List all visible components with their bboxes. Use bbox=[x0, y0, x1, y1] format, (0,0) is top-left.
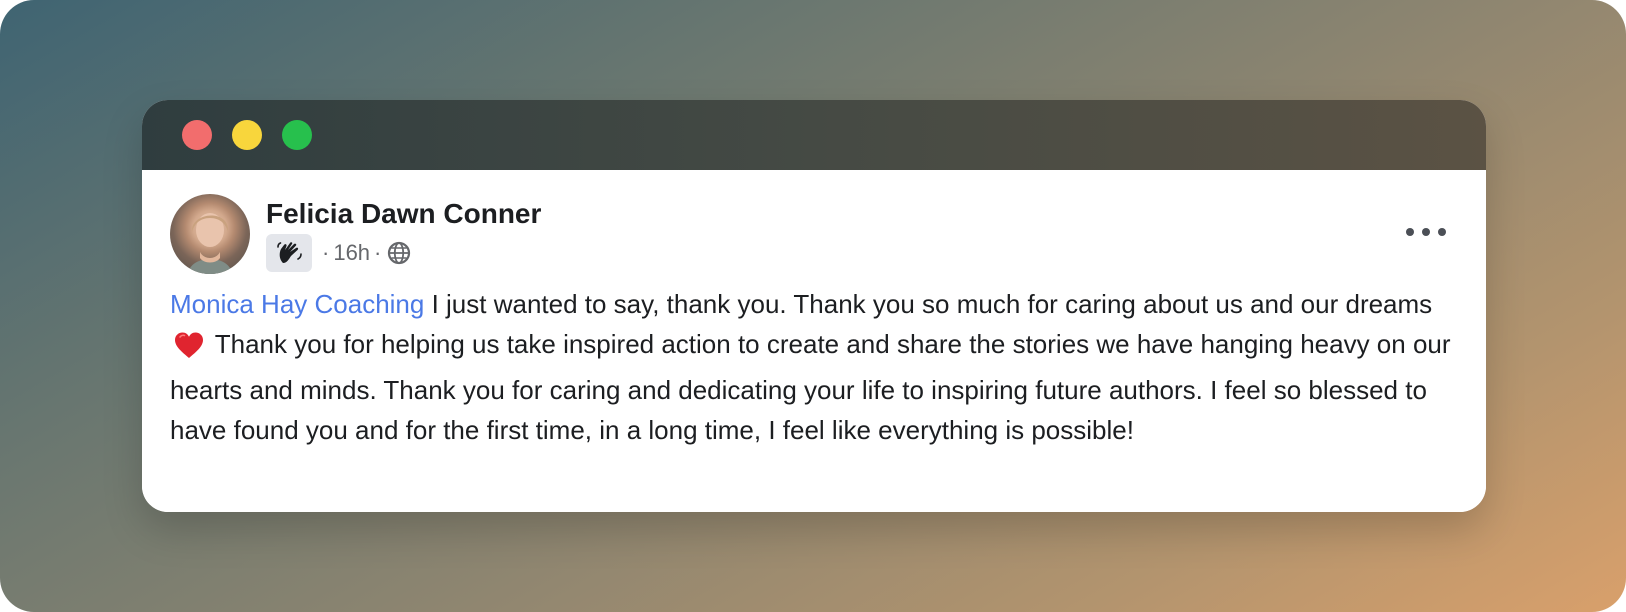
more-options-icon[interactable] bbox=[1406, 222, 1446, 242]
background: Felicia Dawn Conner · 16h · Monica Hay C… bbox=[0, 0, 1626, 612]
author-avatar[interactable] bbox=[170, 194, 250, 274]
author-name[interactable]: Felicia Dawn Conner bbox=[266, 198, 541, 230]
mention-link[interactable]: Monica Hay Coaching bbox=[170, 289, 424, 319]
waving-hand-icon[interactable] bbox=[266, 234, 312, 272]
post-text: Monica Hay Coaching I just wanted to say… bbox=[170, 284, 1460, 450]
post-time[interactable]: 16h bbox=[333, 240, 370, 266]
post-text-part1: I just wanted to say, thank you. Thank y… bbox=[424, 289, 1433, 319]
globe-icon[interactable] bbox=[387, 241, 411, 265]
avatar-portrait bbox=[188, 213, 232, 274]
minimize-window-button[interactable] bbox=[232, 120, 262, 150]
title-bar bbox=[142, 100, 1486, 170]
close-window-button[interactable] bbox=[182, 120, 212, 150]
maximize-window-button[interactable] bbox=[282, 120, 312, 150]
post-meta: · 16h · bbox=[266, 234, 411, 272]
meta-separator: · bbox=[322, 240, 330, 265]
meta-separator: · bbox=[374, 240, 382, 265]
post-text-part2: Thank you for helping us take inspired a… bbox=[170, 329, 1451, 445]
app-window: Felicia Dawn Conner · 16h · Monica Hay C… bbox=[142, 100, 1486, 512]
red-heart-icon bbox=[174, 330, 204, 370]
post-card: Felicia Dawn Conner · 16h · Monica Hay C… bbox=[142, 170, 1486, 512]
